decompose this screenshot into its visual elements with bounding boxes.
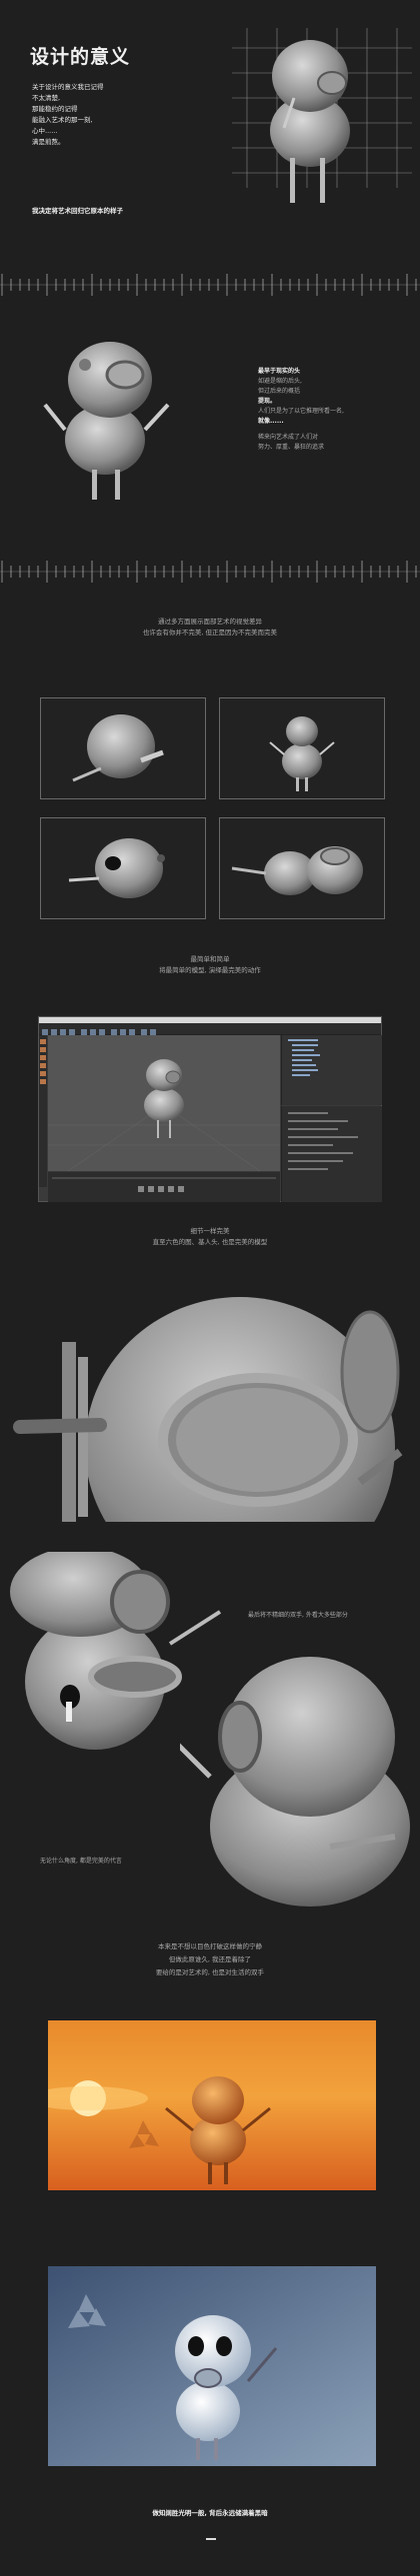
section7-line: 本来是不想以目色打破这样做的宁静 bbox=[158, 1942, 262, 1950]
section6-caption-right: 最后将不精细的双手, 外看大多些部分 bbox=[248, 1612, 348, 1619]
viewport-perspective bbox=[219, 817, 385, 919]
section5-text: 细节一样完美 直至六色的图、基人头, 也是完美的模型 bbox=[0, 1226, 420, 1248]
software-screenshot bbox=[38, 1016, 382, 1202]
viewport-side bbox=[219, 697, 385, 799]
hero-line: 关于设计的意义我已记得 bbox=[32, 83, 104, 91]
section2-heading: 最早于现实的头 bbox=[258, 368, 301, 375]
section3-line: 也许会有你并不完美, 但正是因为不完美而完美 bbox=[142, 629, 278, 637]
viewport-front bbox=[40, 697, 206, 799]
character-back-view bbox=[72, 714, 164, 782]
ruler-divider bbox=[0, 274, 420, 296]
section2-line: 但过后来的概括 bbox=[258, 388, 301, 395]
character-lying-view bbox=[231, 846, 363, 895]
section5-line: 细节一样完美 bbox=[190, 1227, 230, 1235]
app-left-toolbar bbox=[39, 1035, 47, 1187]
sunset-render bbox=[48, 2020, 376, 2190]
section3-text: 通过多方面展示面部艺术的视觉差异 也许会有你并不完美, 但正是因为不完美而完美 bbox=[0, 617, 420, 639]
section7-line: 但做此原谁久, 我还是着除了 bbox=[168, 1955, 252, 1963]
app-viewport bbox=[48, 1035, 280, 1172]
hero-tagline: 我决定将艺术回归它原本的样子 bbox=[32, 207, 123, 215]
viewport-top bbox=[40, 817, 206, 919]
footer-tagline: 做知阔胜光明一般, 背后永远储满着黑暗 bbox=[152, 2509, 268, 2517]
hero-line: 那能稳约的记得 bbox=[32, 105, 78, 113]
section3-line: 通过多方面展示面部艺术的视觉差异 bbox=[158, 618, 262, 626]
section2-line: 人们只是为了以它推理所看一名, bbox=[258, 408, 344, 415]
section6-caption-left: 无论什么角度, 都是完美的代言 bbox=[40, 1858, 122, 1865]
character-top-view bbox=[68, 838, 165, 898]
section2-line: 稀来向艺术成了人们对 bbox=[258, 434, 319, 441]
section5-line: 直至六色的图、基人头, 也是完美的模型 bbox=[152, 1238, 268, 1246]
footer-dash bbox=[206, 2538, 216, 2540]
wave-character-illustration bbox=[43, 342, 170, 500]
section4-text: 最简单和简单 将最简单的模型, 演绎最完美的动作 bbox=[0, 954, 420, 976]
app-object-manager bbox=[281, 1035, 382, 1105]
hero-character-illustration bbox=[232, 28, 412, 203]
hero-intro: 关于设计的意义我已记得 不太清楚, 那能稳约的记得 能融入艺术的那一刻, 心中.… bbox=[32, 82, 104, 148]
character-front-view bbox=[269, 716, 335, 791]
section2-line: 努力、厚重、暴狂的追求 bbox=[258, 444, 325, 451]
section4-line: 最简单和简单 bbox=[190, 955, 230, 963]
hands-render-right bbox=[180, 1657, 410, 1907]
hero-line: 心中...... bbox=[32, 127, 58, 135]
app-attributes bbox=[281, 1106, 382, 1202]
hero-line: 能融入艺术的那一刻, bbox=[32, 116, 93, 124]
app-toolbar bbox=[39, 1023, 381, 1035]
page-title: 设计的意义 bbox=[30, 46, 131, 68]
section7-text: 本来是不想以目色打破这样做的宁静 但做此原谁久, 我还是着除了 要给的是对艺术的… bbox=[0, 1940, 420, 1979]
section2-line: 就像...... bbox=[258, 418, 284, 425]
ruler-divider bbox=[0, 561, 420, 583]
section4-line: 将最简单的模型, 演绎最完美的动作 bbox=[159, 966, 261, 974]
section2-line: 如避是缩的后头, bbox=[258, 378, 302, 385]
hero-line: 不太清楚, bbox=[32, 94, 61, 102]
blue-render bbox=[48, 2266, 376, 2466]
app-timeline bbox=[48, 1172, 280, 1202]
section7-line: 要给的是对艺术的, 也是对生活的双手 bbox=[155, 1968, 265, 1976]
section2-text: 最早于现实的头 如避是缩的后头, 但过后来的概括 提现。 人们只是为了以它推理所… bbox=[258, 367, 344, 453]
closeup-render bbox=[13, 1297, 403, 1522]
section2-line: 提现。 bbox=[258, 398, 277, 405]
hero-line: 满是煎熬。 bbox=[32, 138, 65, 146]
